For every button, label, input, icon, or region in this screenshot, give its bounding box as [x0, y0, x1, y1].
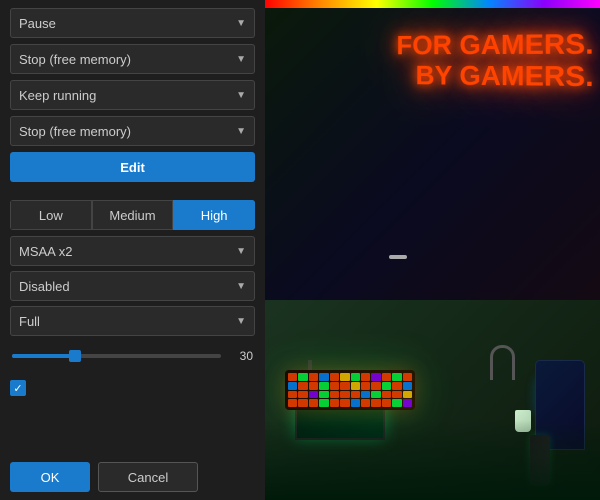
quality-selector: Low Medium High: [10, 200, 255, 230]
slider-value: 30: [229, 349, 253, 363]
key: [392, 382, 401, 390]
key: [382, 391, 391, 399]
key: [298, 382, 307, 390]
key: [298, 373, 307, 381]
key: [361, 399, 370, 407]
key: [371, 373, 380, 381]
left-panel: Pause ▼ Stop (free memory) ▼ Keep runnin…: [0, 0, 265, 500]
quality-high-button[interactable]: High: [173, 200, 255, 230]
key: [309, 373, 318, 381]
headset: [490, 345, 515, 380]
slider-row: 30: [10, 342, 255, 370]
key: [382, 399, 391, 407]
key: [382, 373, 391, 381]
key: [298, 399, 307, 407]
key: [309, 399, 318, 407]
key: [403, 373, 412, 381]
key: [351, 399, 360, 407]
key: [330, 391, 339, 399]
dropdown-pause-arrow: ▼: [236, 18, 246, 29]
dropdown-pause[interactable]: Pause ▼: [10, 8, 255, 38]
key: [351, 373, 360, 381]
key: [319, 399, 328, 407]
key: [330, 373, 339, 381]
neon-line2: BY GAMERS.: [397, 61, 594, 93]
key: [351, 382, 360, 390]
dropdown-stop-free[interactable]: Stop (free memory) ▼: [10, 44, 255, 74]
bottom-buttons: OK Cancel: [10, 454, 255, 492]
dropdown-pause-label: Pause: [19, 16, 56, 31]
settings-area: MSAA x2 ▼ Disabled ▼ Full ▼: [10, 236, 255, 336]
key: [392, 373, 401, 381]
gaming-background: FOR GAMERS. BY GAMERS.: [265, 0, 600, 500]
cup-rim: [389, 255, 407, 259]
dropdown-stop-free2[interactable]: Stop (free memory) ▼: [10, 116, 255, 146]
key: [382, 382, 391, 390]
cup-container: [390, 255, 407, 259]
dropdown-disabled[interactable]: Disabled ▼: [10, 271, 255, 301]
dropdown-msaa-arrow: ▼: [236, 246, 246, 257]
key: [319, 373, 328, 381]
key: [361, 373, 370, 381]
quality-low-button[interactable]: Low: [10, 200, 92, 230]
key: [319, 391, 328, 399]
cancel-button[interactable]: Cancel: [98, 462, 198, 492]
dropdown-keep-running-label: Keep running: [19, 88, 96, 103]
neon-sign: FOR GAMERS. BY GAMERS.: [397, 29, 594, 93]
key: [392, 399, 401, 407]
dropdown-msaa-label: MSAA x2: [19, 244, 72, 259]
dropdown-disabled-label: Disabled: [19, 279, 70, 294]
slider-track[interactable]: [12, 354, 221, 358]
key: [330, 382, 339, 390]
slider-thumb[interactable]: [69, 350, 81, 362]
key: [330, 399, 339, 407]
dropdown-full[interactable]: Full ▼: [10, 306, 255, 336]
key: [403, 399, 412, 407]
dropdown-keep-running[interactable]: Keep running ▼: [10, 80, 255, 110]
key: [371, 391, 380, 399]
key: [319, 382, 328, 390]
key: [298, 391, 307, 399]
key: [371, 399, 380, 407]
keyboard: [285, 370, 415, 410]
right-panel: FOR GAMERS. BY GAMERS.: [265, 0, 600, 500]
check-icon: ✓: [13, 382, 22, 395]
key: [340, 382, 349, 390]
dropdown-stop-free2-label: Stop (free memory): [19, 124, 131, 139]
key: [288, 391, 297, 399]
dropdown-stop-free2-arrow: ▼: [236, 126, 246, 137]
neon-line1: FOR GAMERS.: [397, 29, 594, 61]
quality-medium-button[interactable]: Medium: [92, 200, 174, 230]
key: [309, 391, 318, 399]
key: [309, 382, 318, 390]
dropdown-stop-free-label: Stop (free memory): [19, 52, 131, 67]
key: [361, 382, 370, 390]
key: [403, 391, 412, 399]
key: [288, 399, 297, 407]
rainbow-bar: [265, 0, 600, 8]
key: [351, 391, 360, 399]
slider-fill: [12, 354, 75, 358]
dropdown-stop-free-arrow: ▼: [236, 54, 246, 65]
dropdown-full-arrow: ▼: [236, 316, 246, 327]
edit-button[interactable]: Edit: [10, 152, 255, 182]
key: [371, 382, 380, 390]
key: [340, 373, 349, 381]
key: [392, 391, 401, 399]
ok-button[interactable]: OK: [10, 462, 90, 492]
key: [361, 391, 370, 399]
dropdown-msaa[interactable]: MSAA x2 ▼: [10, 236, 255, 266]
checkbox-row: ✓: [10, 376, 255, 400]
floor-glow: [265, 420, 600, 500]
key: [340, 391, 349, 399]
key: [288, 373, 297, 381]
dropdown-keep-running-arrow: ▼: [236, 90, 246, 101]
key: [288, 382, 297, 390]
dropdown-full-label: Full: [19, 314, 40, 329]
checkbox[interactable]: ✓: [10, 380, 26, 396]
key: [340, 399, 349, 407]
dropdown-disabled-arrow: ▼: [236, 281, 246, 292]
key: [403, 382, 412, 390]
desk-surface: [265, 300, 600, 500]
